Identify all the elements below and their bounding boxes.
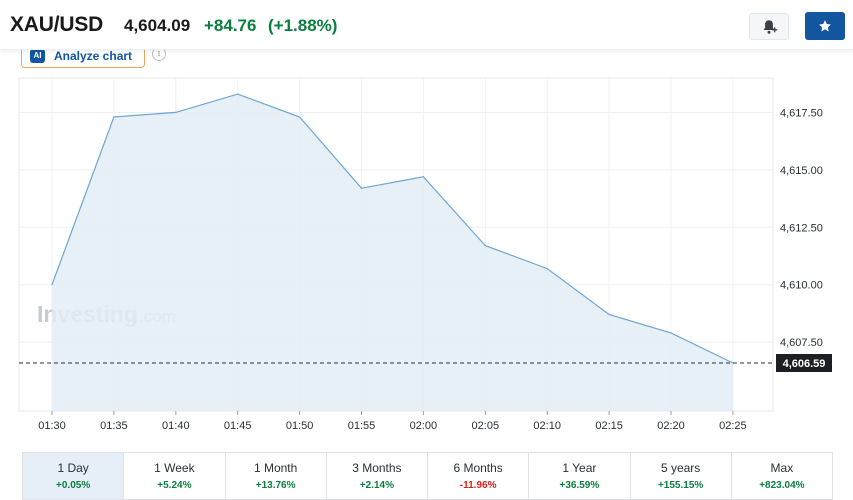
- period-tab-change: +155.15%: [657, 480, 704, 491]
- period-tab-change: +13.76%: [255, 480, 296, 491]
- period-tab-change: -11.96%: [459, 480, 497, 491]
- bell-plus-icon: [763, 19, 778, 34]
- period-tab-label: Max: [770, 461, 794, 475]
- price-point: [360, 187, 363, 189]
- y-tick-label: 4,610.00: [780, 280, 823, 292]
- x-tick-label: 01:30: [38, 420, 66, 432]
- y-tick-label: 4,615.00: [780, 165, 823, 177]
- period-tab-6-months[interactable]: 6 Months -11.96%: [428, 453, 530, 499]
- price-point: [113, 116, 115, 118]
- price-point: [422, 176, 424, 178]
- price-point: [299, 116, 301, 118]
- period-tab-label: 1 Year: [562, 461, 597, 475]
- period-tab-change: +0.05%: [56, 480, 91, 491]
- price-point: [608, 313, 610, 316]
- y-tick-label: 4,612.50: [780, 222, 823, 234]
- price-point: [237, 93, 239, 95]
- quote-header: XAU/USD 4,604.09 +84.76 (+1.88%): [0, 0, 853, 50]
- price-point: [546, 268, 548, 270]
- price-change: +84.76: [204, 16, 257, 35]
- x-tick-label: 01:35: [100, 420, 128, 432]
- last-price: 4,604.09: [124, 16, 191, 35]
- x-tick-label: 02:20: [657, 420, 685, 432]
- period-tab-1-month[interactable]: 1 Month +13.76%: [226, 453, 327, 499]
- price-change-percent: (+1.88%): [268, 16, 338, 35]
- period-tab-max[interactable]: Max +823.04%: [732, 453, 832, 499]
- period-tab-label: 1 Month: [253, 461, 298, 475]
- price-point: [484, 245, 486, 247]
- x-tick-label: 01:55: [348, 420, 376, 432]
- price-point: [670, 332, 672, 334]
- period-tab-change: +5.24%: [157, 480, 192, 491]
- x-tick-label: 02:25: [719, 420, 747, 432]
- x-tick-label: 02:00: [410, 420, 438, 432]
- x-tick-label: 02:15: [595, 420, 623, 432]
- period-tab-label: 5 years: [660, 461, 701, 475]
- x-tick-label: 02:10: [533, 420, 561, 432]
- y-tick-label: 4,607.50: [780, 337, 823, 349]
- x-tick-label: 01:50: [286, 420, 314, 432]
- period-tab-label: 3 Months: [352, 461, 402, 475]
- analyze-chart-label: Analyze chart: [54, 48, 133, 63]
- price-chart: Investing.com4,606.594,607.504,610.004,6…: [18, 77, 832, 432]
- star-icon: [819, 20, 831, 32]
- y-tick-label: 4,617.50: [780, 107, 823, 119]
- ai-badge-icon: AI: [30, 48, 45, 63]
- watchlist-button[interactable]: [805, 12, 845, 40]
- period-tabs: 1 Day +0.05% 1 Week +5.24% 1 Month +13.76% 3 M…: [22, 452, 833, 500]
- price-point: [175, 111, 177, 114]
- period-tab-3-months[interactable]: 3 Months +2.14%: [327, 453, 428, 499]
- price-point: [51, 284, 53, 286]
- add-alert-button[interactable]: [749, 13, 789, 40]
- period-tab-5-years[interactable]: 5 years +155.15%: [631, 453, 732, 499]
- period-tab-change: +36.59%: [559, 480, 600, 491]
- period-tab-label: 1 Week: [154, 461, 195, 475]
- period-tab-change: +2.14%: [359, 480, 394, 491]
- period-tab-label: 6 Months: [453, 461, 503, 475]
- x-tick-label: 02:05: [472, 420, 500, 432]
- period-tab-1-day[interactable]: 1 Day +0.05%: [23, 453, 125, 499]
- last-price-label: 4,606.59: [783, 358, 826, 370]
- period-tab-change: +823.04%: [759, 480, 805, 491]
- symbol-title: XAU/USD: [10, 13, 104, 36]
- period-tab-1-week[interactable]: 1 Week +5.24%: [124, 453, 226, 499]
- period-tab-label: 1 Day: [57, 461, 89, 475]
- x-tick-label: 01:45: [224, 420, 252, 432]
- period-tab-1-year[interactable]: 1 Year +36.59%: [529, 453, 631, 499]
- x-tick-label: 01:40: [162, 420, 190, 432]
